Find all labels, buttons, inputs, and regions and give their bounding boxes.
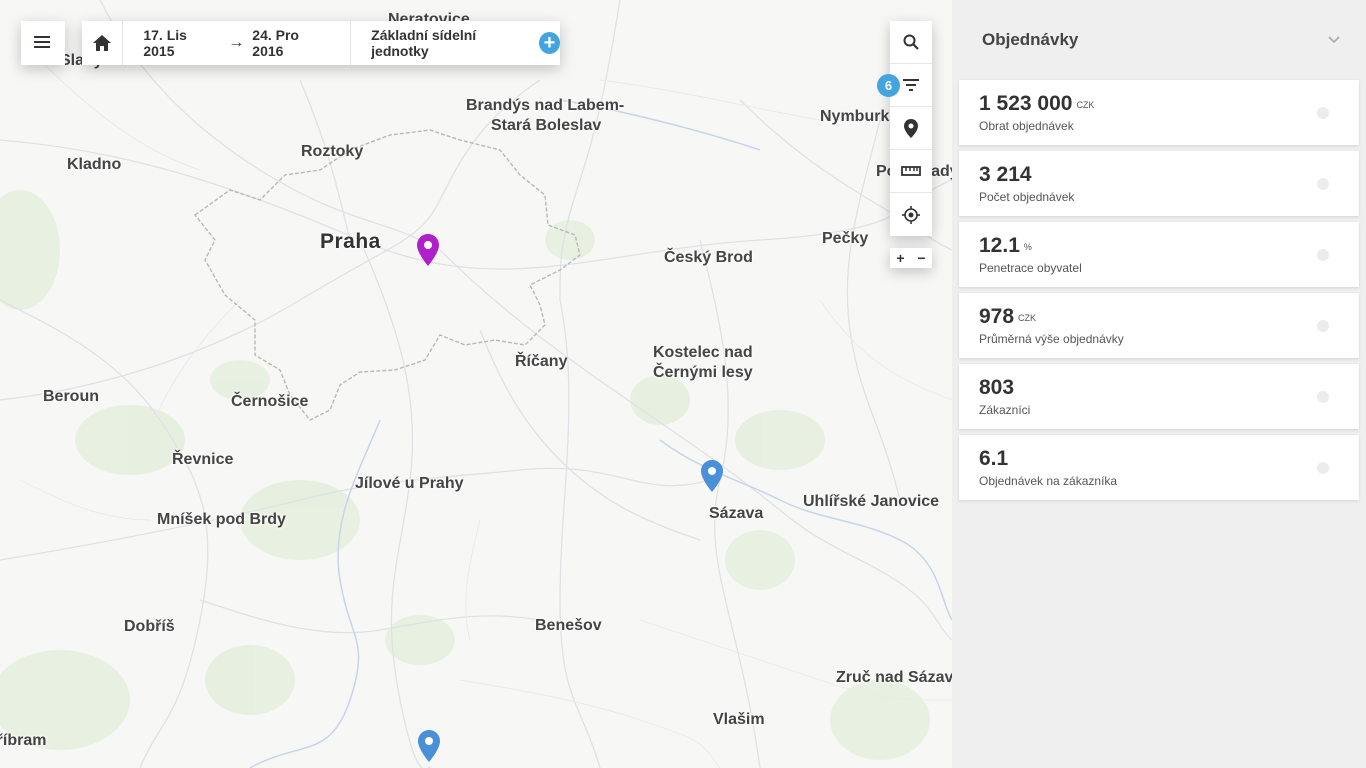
- metric-label: Průměrná výše objednávky: [979, 332, 1124, 346]
- locate-me-button[interactable]: [890, 193, 932, 236]
- metric-value: 803: [979, 376, 1015, 399]
- metric-label: Objednávek na zákazníka: [979, 474, 1118, 488]
- map-label-kostelec-2: Černými lesy: [653, 364, 753, 381]
- map-label-pecky: Pečky: [822, 230, 869, 247]
- metric-label: Obrat objednávek: [979, 119, 1074, 133]
- metric-toggle-dot[interactable]: [1317, 391, 1329, 403]
- map-label-kladno: Kladno: [67, 156, 122, 173]
- map-label-roztoky: Roztoky: [301, 143, 364, 160]
- home-button[interactable]: [82, 21, 124, 65]
- ruler-icon: [901, 166, 921, 176]
- menu-button[interactable]: [21, 21, 65, 65]
- locate-icon: [902, 205, 920, 224]
- search-icon: [903, 34, 919, 50]
- metric-card-order-count[interactable]: 3 214 Počet objednávek: [959, 151, 1359, 216]
- metric-unit: %: [1023, 242, 1032, 252]
- map-label-benesov: Benešov: [535, 617, 602, 634]
- map-label-revnice: Řevnice: [172, 451, 234, 468]
- search-button[interactable]: [890, 21, 932, 64]
- metric-toggle-dot[interactable]: [1317, 320, 1329, 332]
- filter-button[interactable]: 6: [877, 64, 932, 107]
- metric-unit: CZK: [1076, 100, 1095, 110]
- metric-label: Penetrace obyvatel: [979, 261, 1082, 275]
- map-label-sazava: Sázava: [709, 505, 764, 522]
- metric-label: Počet objednávek: [979, 190, 1075, 204]
- map-marker[interactable]: [701, 460, 723, 492]
- metric-cards: 1 523 000 CZK Obrat objednávek 3 214 Poče…: [959, 80, 1359, 506]
- top-toolbar: 17. Lis 2015 → 24. Pro 2016 Základní síd…: [82, 21, 560, 65]
- side-panel: Objednávky 1 523 000 CZK Obrat objednávek…: [952, 0, 1366, 768]
- location-pin-icon: [904, 118, 918, 138]
- home-icon: [93, 35, 112, 51]
- arrow-right-icon: →: [228, 34, 245, 51]
- metric-card-orders-per-customer[interactable]: 6.1 Objednávek na zákazníka: [959, 435, 1359, 500]
- zoom-out-button[interactable]: −: [911, 248, 932, 268]
- zoom-in-button[interactable]: +: [890, 248, 911, 268]
- date-range-selector[interactable]: 17. Lis 2015 → 24. Pro 2016: [123, 21, 352, 65]
- metric-label: Zákazníci: [979, 403, 1031, 417]
- map-marker[interactable]: [418, 730, 440, 762]
- metric-value: 6.1: [979, 447, 1009, 470]
- metric-card-turnover[interactable]: 1 523 000 CZK Obrat objednávek: [959, 80, 1359, 145]
- map-label-praha: Praha: [320, 230, 381, 253]
- metric-card-customers[interactable]: 803 Zákazníci: [959, 364, 1359, 429]
- metric-toggle-dot[interactable]: [1317, 249, 1329, 261]
- filter-count-badge: 6: [877, 74, 900, 97]
- map-label-kostelec-1: Kostelec nad: [653, 344, 753, 361]
- map-canvas[interactable]: Slaný Neratovice Brandýs nad Labem- Star…: [0, 0, 952, 768]
- map-label-pribram: Příbram: [0, 732, 47, 749]
- map-label-zruc: Zruč nad Sázavou: [836, 669, 952, 686]
- panel-header[interactable]: Objednávky: [952, 0, 1366, 80]
- date-from: 17. Lis 2015: [143, 27, 187, 59]
- territorial-unit-label: Základní sídelní jednotky: [371, 27, 477, 59]
- measure-button[interactable]: [890, 150, 932, 193]
- date-to: 24. Pro 2016: [252, 27, 299, 59]
- menu-icon: [34, 36, 50, 48]
- map-label-vlasim: Vlašim: [713, 711, 765, 728]
- map-label-dobris: Dobříš: [124, 618, 175, 635]
- panel-title: Objednávky: [982, 30, 1079, 49]
- metric-toggle-dot[interactable]: [1317, 107, 1329, 119]
- add-button[interactable]: +: [538, 32, 560, 54]
- zoom-control: + −: [890, 248, 932, 268]
- metric-value: 12.1: [979, 234, 1020, 257]
- map-label-nymburk: Nymburk: [820, 108, 890, 125]
- map-label-mnisek: Mníšek pod Brdy: [157, 511, 286, 528]
- metric-value: 1 523 000: [979, 92, 1073, 115]
- map-label-cernosice: Černošice: [231, 393, 309, 410]
- location-button[interactable]: [890, 107, 932, 150]
- map-label-beroun: Beroun: [43, 388, 99, 405]
- map-marker-selected[interactable]: [417, 234, 439, 266]
- metric-unit: CZK: [1018, 313, 1037, 323]
- metric-card-penetration[interactable]: 12.1% Penetrace obyvatel: [959, 222, 1359, 287]
- map-label-brandys-1: Brandýs nad Labem-: [466, 97, 625, 114]
- metric-card-average-order[interactable]: 978 CZK Průměrná výše objednávky: [959, 293, 1359, 358]
- map-label-ricany: Říčany: [515, 353, 568, 370]
- map-label-brandys-2: Stará Boleslav: [491, 117, 602, 134]
- map-tools: 6: [877, 21, 932, 236]
- chevron-down-icon: [1328, 36, 1340, 44]
- metric-value: 978: [979, 305, 1015, 328]
- filter-icon: [903, 79, 919, 91]
- territorial-unit-selector[interactable]: Základní sídelní jednotky +: [351, 21, 560, 65]
- map-label-uhlirske-janovice: Uhlířské Janovice: [803, 493, 940, 510]
- map-label-jilove: Jílové u Prahy: [355, 475, 464, 492]
- plus-icon: +: [543, 32, 556, 54]
- metric-value: 3 214: [979, 163, 1032, 186]
- metric-toggle-dot[interactable]: [1317, 462, 1329, 474]
- map-label-cesky-brod: Český Brod: [664, 249, 753, 266]
- metric-toggle-dot[interactable]: [1317, 178, 1329, 190]
